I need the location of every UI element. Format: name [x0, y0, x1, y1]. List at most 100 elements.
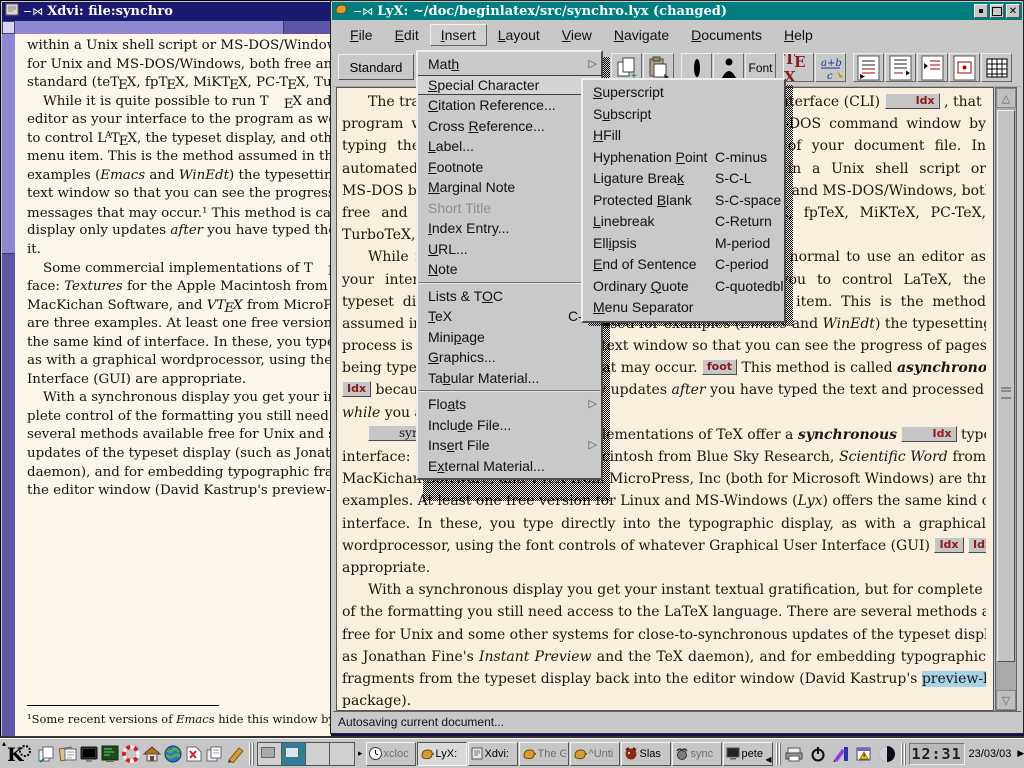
tray-power-icon[interactable]: [807, 742, 829, 766]
menu-item-minipage[interactable]: Minipage: [418, 327, 601, 348]
submenu-item-menu-separator[interactable]: Menu Separator: [583, 297, 784, 319]
launcher-display-settings-icon[interactable]: [79, 742, 99, 766]
task-pete[interactable]: pete◀: [723, 742, 773, 766]
task-xdvi[interactable]: Xdvi:: [468, 742, 518, 766]
launcher-file-manager-icon[interactable]: [37, 742, 57, 766]
submenu-item-ordinary-quote[interactable]: Ordinary QuoteC-quotedbl: [583, 276, 784, 298]
footnote-inset-button[interactable]: foot: [702, 359, 737, 375]
menu-item-url[interactable]: URL...: [418, 239, 601, 260]
task-sync[interactable]: sync: [672, 742, 722, 766]
scroll-thumb[interactable]: [997, 110, 1015, 662]
taskbar-handle[interactable]: [901, 743, 906, 765]
maximize-button[interactable]: [990, 4, 1004, 18]
text-line: examples (Emacs and WinEdt) the typesett…: [27, 168, 331, 187]
launcher-home-icon[interactable]: [142, 742, 162, 766]
panel-hide-arrow-icon[interactable]: ▶: [1015, 749, 1024, 759]
menu-item-note[interactable]: Note: [418, 259, 601, 280]
submenu-item-subscript[interactable]: Subscript: [583, 104, 784, 126]
submenu-item-end-of-sentence[interactable]: End of SentenceC-period: [583, 254, 784, 276]
submenu-item-ligature-break[interactable]: Ligature BreakS-C-L: [583, 168, 784, 190]
menubar-view[interactable]: View: [551, 24, 603, 46]
menu-item-floats[interactable]: Floats▷: [418, 394, 601, 415]
menubar-documents[interactable]: Documents: [680, 24, 773, 46]
pager-desktop-1[interactable]: [258, 743, 282, 765]
scroll-up-icon[interactable]: △: [996, 88, 1016, 108]
submenu-item-hfill[interactable]: HFill: [583, 125, 784, 147]
menubar-insert[interactable]: Insert: [430, 24, 487, 46]
index-inset-button[interactable]: Idx: [885, 93, 940, 109]
menu-item-graphics[interactable]: Graphics...: [418, 347, 601, 368]
menu-item-math[interactable]: Math▷: [418, 54, 601, 75]
pager-desktop-4[interactable]: [330, 743, 354, 765]
submenu-item-ellipsis[interactable]: EllipsisM-period: [583, 233, 784, 255]
xdvi-vertical-scrollbar[interactable]: [2, 34, 15, 736]
menu-item-citation-reference[interactable]: Citation Reference...: [418, 95, 601, 116]
launcher-terminal-icon[interactable]: [100, 742, 120, 766]
submenu-item-protected-blank[interactable]: Protected BlankS-C-space: [583, 190, 784, 212]
taskbar-handle[interactable]: [249, 743, 254, 765]
menu-item-special-character[interactable]: Special Character▷: [418, 75, 601, 96]
index-inset-button[interactable]: Idx: [901, 426, 956, 442]
k-menu-button[interactable]: ▴ K: [2, 741, 36, 767]
submenu-item-linebreak[interactable]: LinebreakC-Return: [583, 211, 784, 233]
tray-printer-icon[interactable]: [784, 742, 806, 766]
pager-desktop-2[interactable]: [282, 743, 306, 765]
tray-moon-icon[interactable]: [876, 742, 898, 766]
menu-item-index-entry[interactable]: Index Entry...: [418, 218, 601, 239]
menu-item-marginal-note[interactable]: Marginal Note: [418, 177, 601, 198]
menu-item-external-material[interactable]: External Material...: [418, 456, 601, 477]
launcher-news-icon[interactable]: [184, 742, 204, 766]
index-inset-button[interactable]: Idx: [342, 381, 371, 397]
launcher-web-browser-icon[interactable]: [163, 742, 183, 766]
submenu-item-superscript[interactable]: Superscript: [583, 82, 784, 104]
task-unti[interactable]: ^Unti: [570, 742, 620, 766]
menu-item-tex[interactable]: TeXC-l: [418, 306, 601, 327]
tray-marker-icon[interactable]: [830, 742, 852, 766]
task-xcloc[interactable]: xcloc: [366, 742, 416, 766]
index-inset-button[interactable]: Idx: [934, 537, 963, 553]
xdvi-titlebar[interactable]: −⋈ Xdvi: file:synchro: [2, 2, 331, 21]
menubar-file[interactable]: File: [339, 24, 384, 46]
menu-item-include-file[interactable]: Include File...: [418, 415, 601, 436]
menu-item-footnote[interactable]: Footnote: [418, 157, 601, 178]
xdvi-horizontal-scrollbar[interactable]: [15, 21, 331, 34]
toolbar-list-items-button[interactable]: [885, 53, 916, 82]
launcher-notes-icon[interactable]: [58, 742, 78, 766]
task-scroll-left-icon[interactable]: ▸: [356, 749, 365, 759]
toolbar-table-button[interactable]: [981, 53, 1012, 82]
paragraph-style-combo[interactable]: Standard: [338, 54, 414, 80]
scroll-down-icon[interactable]: ▽: [996, 690, 1016, 710]
submenu-item-hyphenation-point[interactable]: Hyphenation PointC-minus: [583, 147, 784, 169]
task-slas[interactable]: Slas: [621, 742, 671, 766]
menubar-navigate[interactable]: Navigate: [603, 24, 680, 46]
launcher-help-icon[interactable]: [121, 742, 141, 766]
menu-item-cross-reference[interactable]: Cross Reference...: [418, 116, 601, 137]
lyx-icon: [522, 747, 536, 760]
lyx-titlebar[interactable]: −⋈ LyX: ~/doc/beginlatex/src/synchro.lyx…: [332, 2, 1022, 20]
toolbar-tex-button[interactable]: TEX: [783, 53, 814, 82]
menu-item-tabular-material[interactable]: Tabular Material...: [418, 368, 601, 389]
toolbar-math-button[interactable]: a+bc: [815, 53, 846, 82]
task-lyx[interactable]: LyX:: [417, 742, 467, 766]
minimize-button[interactable]: [974, 4, 988, 18]
tray-schedule-icon[interactable]: [853, 742, 875, 766]
menu-item-lists-toc[interactable]: Lists & TOC▷: [418, 286, 601, 307]
launcher-pen-icon[interactable]: [226, 742, 246, 766]
document-scrollbar[interactable]: △ ▽: [995, 87, 1017, 711]
menubar-edit[interactable]: Edit: [384, 24, 430, 46]
menubar-help[interactable]: Help: [773, 24, 824, 46]
close-button[interactable]: ✕: [1006, 4, 1020, 18]
toolbar-list-indent-button[interactable]: [917, 53, 948, 82]
menubar-layout[interactable]: Layout: [487, 24, 551, 46]
toolbar-figure-button[interactable]: [949, 53, 980, 82]
task-the-g[interactable]: The G: [519, 742, 569, 766]
vertical-scroll-thumb[interactable]: [2, 34, 15, 254]
menu-item-label[interactable]: Label...: [418, 136, 601, 157]
horizontal-scroll-thumb[interactable]: [15, 21, 284, 34]
pager-desktop-3[interactable]: [306, 743, 330, 765]
menu-item-insert-file[interactable]: Insert File▷: [418, 435, 601, 456]
launcher-documents-icon[interactable]: [205, 742, 225, 766]
taskbar-handle[interactable]: [776, 743, 781, 765]
index-inset-button[interactable]: Idx: [968, 537, 986, 553]
toolbar-list-numbered-button[interactable]: [853, 53, 884, 82]
